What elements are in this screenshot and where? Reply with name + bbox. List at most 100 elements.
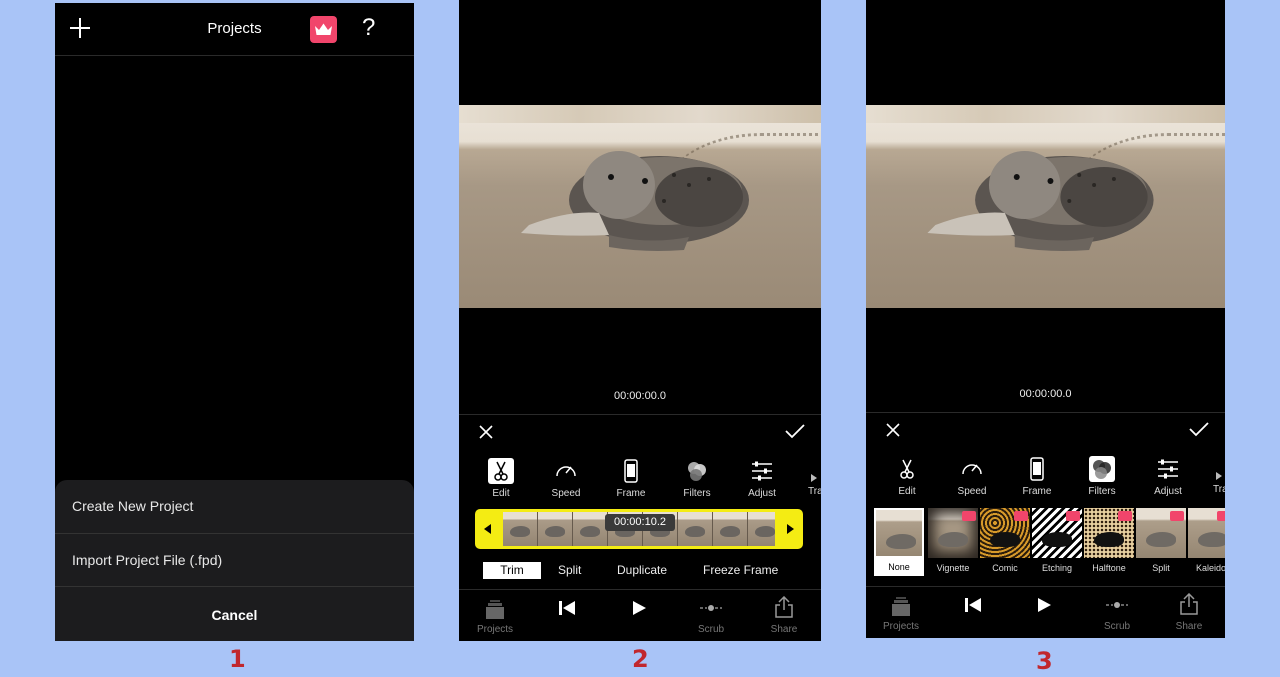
share-button[interactable]: Share <box>754 590 814 641</box>
seal-photo <box>521 151 749 251</box>
help-button[interactable]: ? <box>362 14 375 42</box>
projects-header: Projects ? <box>55 3 414 56</box>
tool-speed-label: Speed <box>957 486 987 497</box>
filter-vignette[interactable]: Vignette <box>928 508 978 576</box>
filter-kaleido-label: Kaleido <box>1196 563 1225 573</box>
edit-screen: 00:00:00.0 Edit Speed Frame Filters Adju… <box>459 0 821 641</box>
projects-label: Projects <box>882 621 920 632</box>
page-title: Projects <box>207 20 262 37</box>
filter-comic[interactable]: Comic <box>980 508 1030 576</box>
import-project-file-button[interactable]: Import Project File (.fpd) <box>55 534 414 586</box>
scrub-label: Scrub <box>697 624 725 635</box>
action-sheet: Create New Project Import Project File (… <box>55 480 414 641</box>
projects-screen: Projects ? Create New Project Import Pro… <box>55 3 414 641</box>
scrub-button[interactable]: Scrub <box>681 590 741 641</box>
sliders-icon <box>749 458 775 484</box>
scrub-label: Scrub <box>1103 621 1131 632</box>
tab-freeze-frame[interactable]: Freeze Frame <box>703 562 778 579</box>
create-new-project-label: Create New Project <box>72 498 194 514</box>
skip-back-icon <box>965 598 981 612</box>
scrub-button[interactable]: Scrub <box>1087 587 1147 638</box>
close-icon[interactable] <box>477 423 495 441</box>
phone-frame-icon <box>1024 456 1050 482</box>
divider <box>55 586 414 587</box>
video-preview[interactable] <box>866 105 1225 308</box>
premium-crown-button[interactable] <box>310 16 337 43</box>
share-button[interactable]: Share <box>1159 587 1219 638</box>
seal-photo <box>927 151 1154 251</box>
sliders-icon <box>1155 456 1181 482</box>
tool-overflow-label[interactable]: Tra <box>1213 472 1225 495</box>
tool-overflow-label[interactable]: Tra <box>808 474 821 497</box>
tool-filters-label: Filters <box>683 488 711 499</box>
tool-adjust-label: Adjust <box>1154 486 1182 497</box>
divider <box>866 412 1225 413</box>
play-icon <box>633 601 646 615</box>
scissors-icon <box>488 458 514 484</box>
tool-filters[interactable]: Filters <box>667 458 727 499</box>
tool-speed-label: Speed <box>551 488 581 499</box>
tool-edit-label: Edit <box>898 486 916 497</box>
tool-adjust[interactable]: Adjust <box>1138 456 1198 497</box>
tool-adjust-label: Adjust <box>748 488 776 499</box>
tool-edit[interactable]: Edit <box>877 456 937 497</box>
projects-button[interactable]: Projects <box>465 590 525 641</box>
checkmark-icon[interactable] <box>1188 420 1210 438</box>
tool-filters-label: Filters <box>1088 486 1116 497</box>
share-label: Share <box>1175 621 1203 632</box>
create-new-project-button[interactable]: Create New Project <box>55 480 414 532</box>
trim-handle-left-icon[interactable] <box>484 524 491 534</box>
premium-crown-icon <box>1066 511 1080 521</box>
filter-halftone-label: Halftone <box>1092 563 1126 573</box>
tool-speed[interactable]: Speed <box>536 458 596 499</box>
filter-none-label: None <box>888 562 910 572</box>
tab-duplicate[interactable]: Duplicate <box>617 562 667 579</box>
tool-frame[interactable]: Frame <box>601 458 661 499</box>
close-icon[interactable] <box>884 421 902 439</box>
video-preview[interactable] <box>459 105 821 308</box>
filters-icon <box>1089 456 1115 482</box>
projects-button[interactable]: Projects <box>871 587 931 638</box>
tool-adjust[interactable]: Adjust <box>732 458 792 499</box>
skip-back-icon <box>559 601 575 615</box>
cancel-button[interactable]: Cancel <box>55 592 414 638</box>
bottom-toolbar: Projects Scrub Share <box>459 589 821 641</box>
filter-split[interactable]: Split <box>1136 508 1186 576</box>
checkmark-icon[interactable] <box>784 422 806 440</box>
play-button[interactable] <box>609 590 669 641</box>
step-label-3: 3 <box>1036 647 1053 675</box>
step-label-1: 1 <box>229 645 246 673</box>
tab-trim[interactable]: Trim <box>483 562 541 579</box>
premium-crown-icon <box>1217 511 1225 521</box>
speedometer-icon <box>959 456 985 482</box>
scissors-icon <box>894 456 920 482</box>
tool-frame[interactable]: Frame <box>1007 456 1067 497</box>
tool-filters[interactable]: Filters <box>1072 456 1132 497</box>
filter-etching[interactable]: Etching <box>1032 508 1082 576</box>
filter-none[interactable]: None <box>874 508 924 576</box>
filter-etching-label: Etching <box>1041 563 1073 573</box>
tab-split[interactable]: Split <box>558 562 581 579</box>
skip-back-button[interactable] <box>537 590 597 641</box>
tool-edit[interactable]: Edit <box>471 458 531 499</box>
crown-icon <box>315 23 332 35</box>
share-icon <box>775 596 793 618</box>
playback-timecode: 00:00:00.0 <box>614 390 666 402</box>
projects-label: Projects <box>476 624 514 635</box>
tool-speed[interactable]: Speed <box>942 456 1002 497</box>
filter-vignette-label: Vignette <box>936 563 970 573</box>
filters-screen: 00:00:00.0 Edit Speed Frame Filters Adju… <box>866 0 1225 638</box>
play-icon <box>1038 598 1051 612</box>
filter-halftone[interactable]: Halftone <box>1084 508 1134 576</box>
scrub-icon <box>1106 602 1128 608</box>
filter-comic-label: Comic <box>992 563 1018 573</box>
speedometer-icon <box>553 458 579 484</box>
premium-crown-icon <box>1014 511 1028 521</box>
trim-timeline[interactable]: 00:00:10.2 <box>475 509 803 549</box>
import-project-file-label: Import Project File (.fpd) <box>72 552 223 568</box>
filter-kaleido[interactable]: Kaleido <box>1188 508 1225 576</box>
play-button[interactable] <box>1014 587 1074 638</box>
share-label: Share <box>770 624 798 635</box>
trim-handle-right-icon[interactable] <box>787 524 794 534</box>
skip-back-button[interactable] <box>943 587 1003 638</box>
